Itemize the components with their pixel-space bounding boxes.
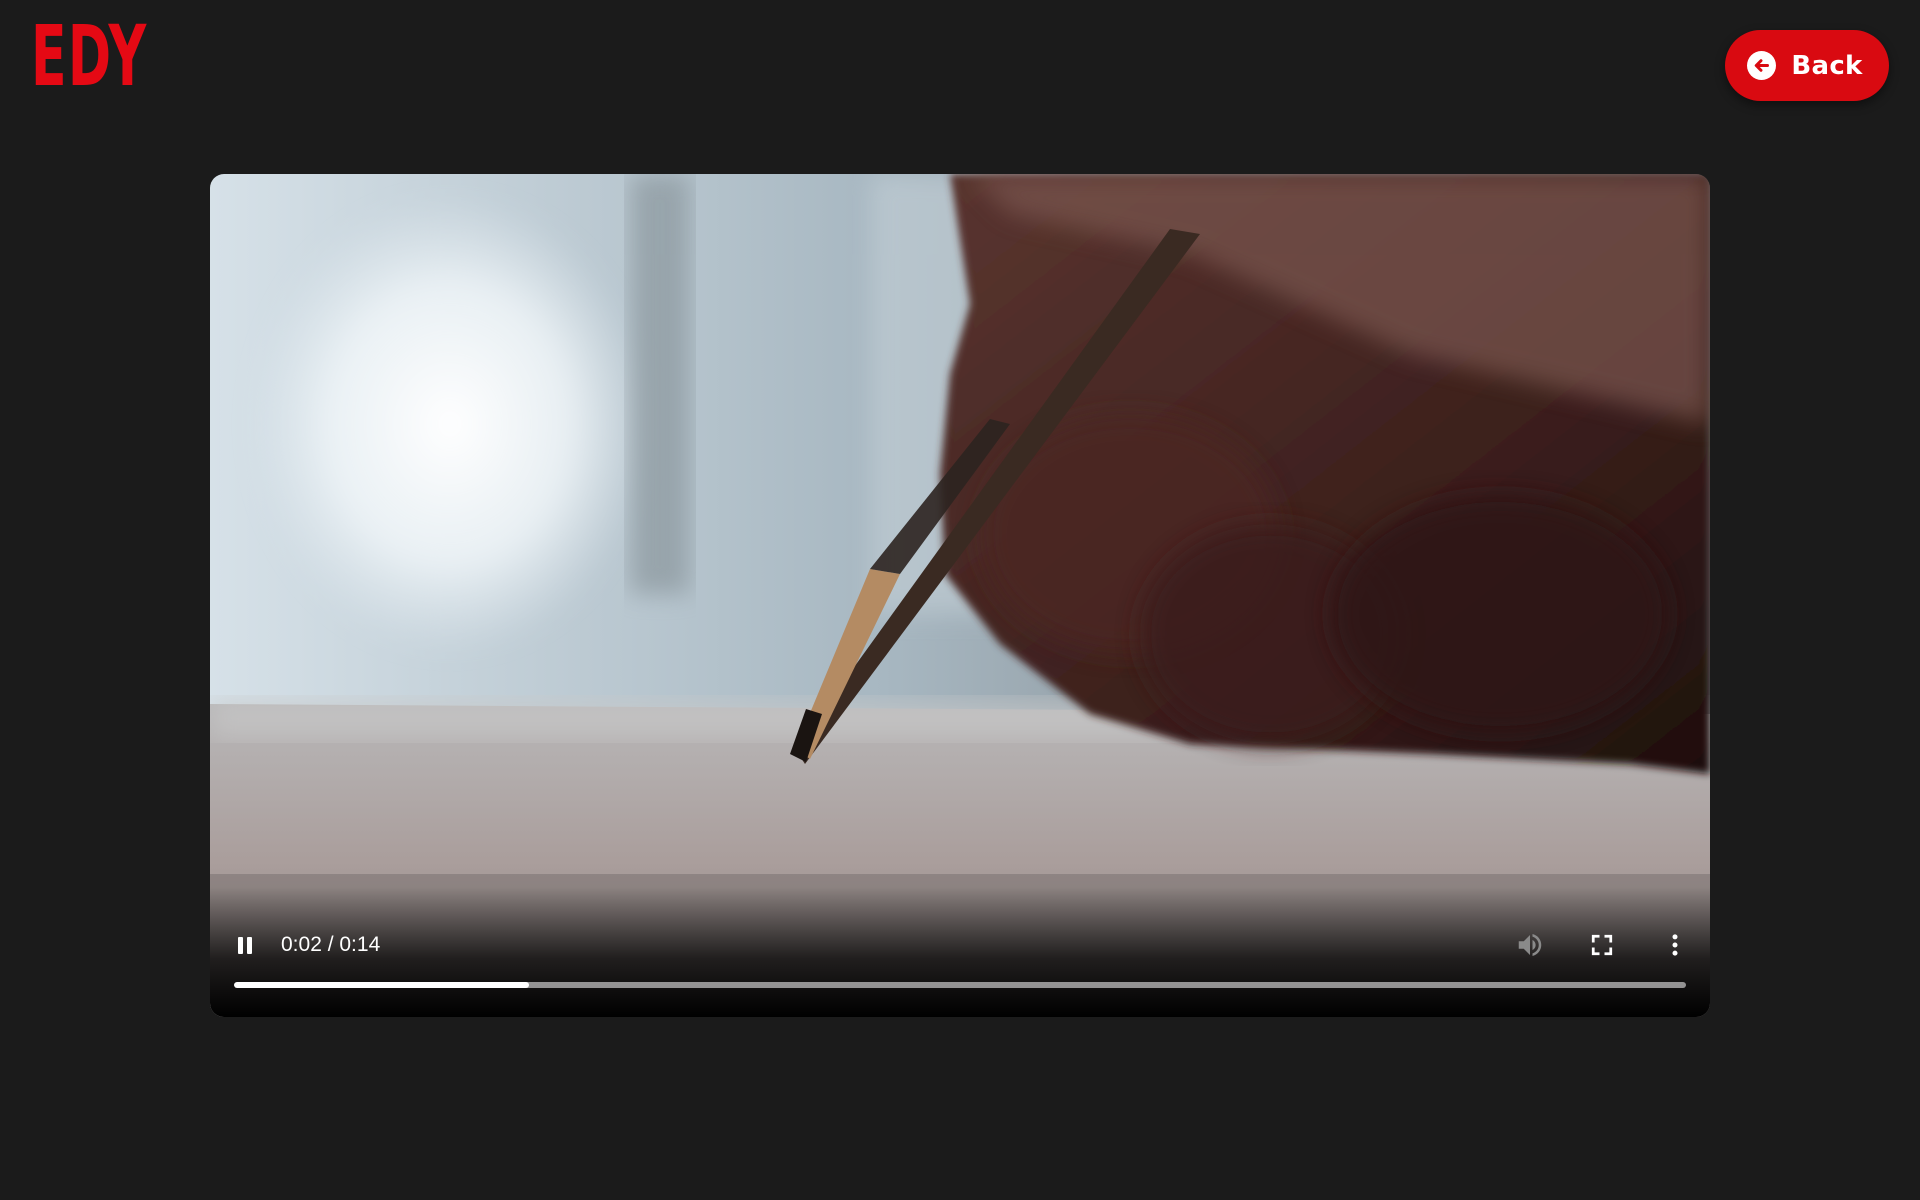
back-button[interactable]: Back xyxy=(1725,30,1889,101)
time-display: 0:02 / 0:14 xyxy=(281,933,381,956)
progress-bar[interactable] xyxy=(234,982,1686,988)
back-button-label: Back xyxy=(1791,50,1863,81)
more-vertical-icon xyxy=(1672,934,1678,956)
edy-logo[interactable]: EDY xyxy=(31,14,147,98)
mute-button[interactable] xyxy=(1515,930,1545,960)
progress-fill xyxy=(234,982,529,988)
fullscreen-icon xyxy=(1591,934,1613,956)
page: EDY Back 0:02 / 0:14 xyxy=(0,0,1920,1200)
pause-icon xyxy=(238,937,252,954)
more-options-button[interactable] xyxy=(1660,930,1690,960)
pause-button[interactable] xyxy=(230,930,260,960)
fullscreen-button[interactable] xyxy=(1587,930,1617,960)
controls-gradient xyxy=(210,887,1710,1017)
video-player[interactable]: 0:02 / 0:14 xyxy=(210,174,1710,1017)
volume-icon xyxy=(1518,934,1542,956)
arrow-left-circle-icon xyxy=(1747,51,1777,80)
